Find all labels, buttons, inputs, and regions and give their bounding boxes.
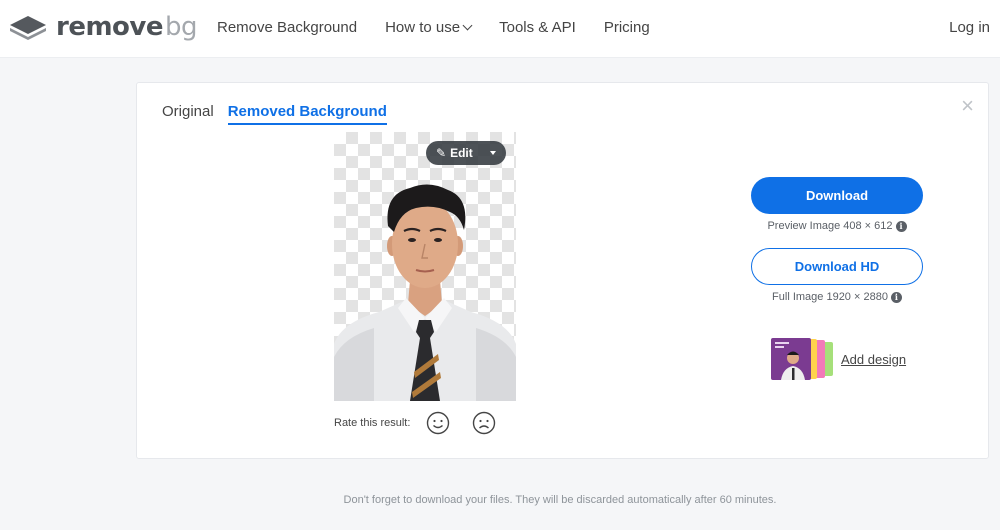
rating-row: Rate this result:: [334, 411, 518, 435]
nav-tools-api[interactable]: Tools & API: [499, 19, 576, 36]
info-icon[interactable]: i: [890, 291, 902, 303]
edit-button[interactable]: ✎ Edit: [426, 141, 506, 165]
design-thumbnail-image: [771, 338, 833, 380]
brush-icon: ✎: [436, 146, 447, 160]
view-tabs: Original Removed Background: [162, 103, 401, 125]
chevron-down-icon: [462, 20, 473, 31]
person-cutout-image: [334, 184, 516, 401]
brand-logo[interactable]: removebg: [8, 12, 198, 42]
info-icon[interactable]: i: [895, 220, 907, 232]
rate-label: Rate this result:: [334, 417, 411, 429]
download-button[interactable]: Download: [751, 177, 923, 214]
nav-remove-background[interactable]: Remove Background: [217, 19, 357, 36]
top-header: removebg Remove Background How to use To…: [0, 0, 1000, 58]
logo-icon: [10, 16, 46, 40]
preview-size-text: Preview Image 408 × 612: [767, 220, 893, 232]
download-hd-button[interactable]: Download HD: [751, 248, 923, 285]
smile-icon[interactable]: [426, 411, 450, 435]
tab-original[interactable]: Original: [162, 103, 214, 125]
login-link[interactable]: Log in: [949, 19, 990, 36]
full-size-text: Full Image 1920 × 2880: [772, 291, 888, 303]
nav-how-to-use[interactable]: How to use: [385, 19, 473, 36]
full-size-info: Full Image 1920 × 2880 i: [751, 291, 923, 303]
add-design-link[interactable]: Add design: [771, 338, 906, 380]
add-design-label[interactable]: Add design: [841, 352, 906, 367]
nav-pricing[interactable]: Pricing: [604, 19, 650, 36]
preview-size-info: Preview Image 408 × 612 i: [751, 220, 923, 232]
result-image: ✎ Edit: [334, 132, 516, 401]
footer-note: Don't forget to download your files. The…: [343, 494, 777, 506]
tab-removed-background[interactable]: Removed Background: [227, 103, 387, 125]
result-card: Original Removed Background × ✎ Edit Rat…: [136, 82, 989, 459]
main-nav: Remove Background How to use Tools & API…: [217, 19, 678, 36]
brand-wordmark: removebg: [56, 12, 198, 42]
frown-icon[interactable]: [472, 411, 496, 435]
edit-label: Edit: [450, 146, 473, 160]
caret-down-icon[interactable]: [490, 151, 496, 155]
close-icon[interactable]: ×: [961, 95, 974, 117]
edit-main[interactable]: ✎ Edit: [426, 141, 484, 165]
